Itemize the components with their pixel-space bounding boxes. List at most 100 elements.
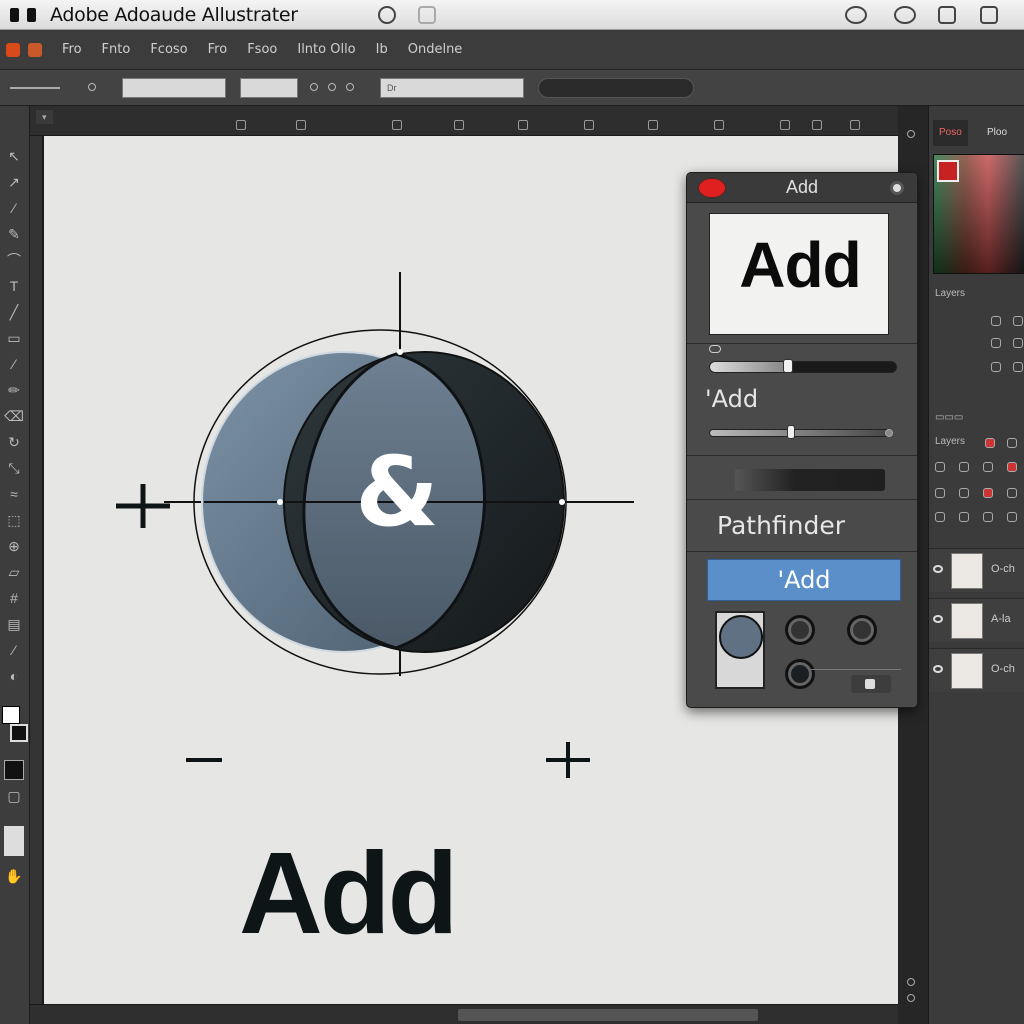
panel-menu-icon[interactable]	[890, 181, 904, 195]
rotate-tool-icon[interactable]: ↻	[4, 432, 24, 452]
menu-item-edit[interactable]: Fnto	[102, 42, 131, 57]
layer-option-icon[interactable]	[935, 488, 945, 498]
eye-icon[interactable]	[933, 615, 943, 623]
exclude-icon[interactable]	[785, 659, 815, 689]
stroke-weight-icon[interactable]	[10, 87, 60, 89]
document-icon[interactable]	[418, 6, 436, 24]
precision-slider[interactable]	[709, 429, 893, 437]
lock-icon[interactable]	[991, 316, 1001, 326]
shape-builder-tool-icon[interactable]: ⊕	[4, 536, 24, 556]
menu-item-window[interactable]: Ondelne	[408, 42, 463, 57]
layer-name[interactable]: O-ch	[991, 663, 1015, 675]
stroke-swatch[interactable]	[10, 724, 28, 742]
layer-option-icon[interactable]	[935, 512, 945, 522]
layer-option-icon[interactable]	[935, 462, 945, 472]
selection-tool-icon[interactable]: ↖	[4, 146, 24, 166]
maximize-icon[interactable]	[980, 6, 998, 24]
dock-tab-swatches[interactable]: Ploo	[981, 120, 1013, 146]
dark-option-bar[interactable]	[735, 469, 885, 491]
opacity-dot-icon[interactable]	[310, 83, 318, 91]
line-tool-icon[interactable]: ╱	[4, 302, 24, 322]
dock-tab-color[interactable]: Poso	[933, 120, 968, 146]
help-icon[interactable]	[894, 6, 916, 24]
rectangle-tool-icon[interactable]: ▭	[4, 328, 24, 348]
slider-knob[interactable]	[783, 359, 793, 373]
panel-header[interactable]: Add	[687, 173, 917, 203]
toggle-icon[interactable]	[709, 345, 721, 353]
layer-name[interactable]: A-la	[991, 613, 1011, 625]
horizontal-scrollbar[interactable]	[458, 1009, 758, 1021]
layer-option-icon[interactable]	[1007, 512, 1017, 522]
layer-option-icon[interactable]	[1007, 438, 1017, 448]
anchor-point[interactable]	[277, 499, 283, 505]
cloud-icon[interactable]	[845, 6, 867, 24]
draw-mode-icon[interactable]	[4, 760, 24, 780]
target-icon[interactable]	[1013, 338, 1023, 348]
layer-option-icon[interactable]	[983, 512, 993, 522]
menu-item-select[interactable]: Fsoo	[247, 42, 277, 57]
layer-row[interactable]: O-ch	[929, 548, 1024, 592]
scroll-indicator-icon[interactable]	[907, 130, 915, 138]
mesh-tool-icon[interactable]: #	[4, 588, 24, 608]
align-dot-icon[interactable]	[346, 83, 354, 91]
magic-wand-tool-icon[interactable]: ⁄	[4, 198, 24, 218]
eye-icon[interactable]	[933, 565, 943, 573]
expand-button[interactable]	[851, 675, 891, 693]
eyedropper-tool-icon[interactable]: ⁄	[4, 640, 24, 660]
scroll-indicator-icon[interactable]	[907, 994, 915, 1002]
warp-tool-icon[interactable]: ≈	[4, 484, 24, 504]
fill-field[interactable]	[122, 78, 226, 98]
screen-mode-icon[interactable]: ▢	[4, 786, 24, 806]
add-button[interactable]: 'Add	[707, 559, 901, 601]
visibility-icon[interactable]	[1013, 362, 1023, 372]
menu-item-object[interactable]: Fcoso	[150, 42, 187, 57]
layer-option-icon[interactable]	[1007, 462, 1017, 472]
layer-row[interactable]: O-ch	[929, 648, 1024, 692]
target-icon[interactable]	[991, 338, 1001, 348]
link-icon[interactable]	[1013, 316, 1023, 326]
eye-icon[interactable]	[933, 665, 943, 673]
layer-option-icon[interactable]	[1007, 488, 1017, 498]
search-field[interactable]	[538, 78, 694, 98]
gradient-tool-icon[interactable]: ▤	[4, 614, 24, 634]
layer-color-icon[interactable]	[985, 438, 995, 448]
pen-tool-icon[interactable]: ✎	[4, 224, 24, 244]
layer-option-icon[interactable]	[983, 488, 993, 498]
artboard-tool-icon[interactable]	[4, 826, 24, 856]
paintbrush-tool-icon[interactable]: ⁄	[4, 354, 24, 374]
minimize-icon[interactable]	[938, 6, 956, 24]
menu-item-type[interactable]: Fro	[208, 42, 228, 57]
selection-dot-icon[interactable]	[88, 83, 96, 91]
pencil-tool-icon[interactable]: ✏	[4, 380, 24, 400]
stroke-field[interactable]	[240, 78, 298, 98]
scale-tool-icon[interactable]: ⤡	[4, 458, 24, 478]
opacity-slider[interactable]	[709, 361, 897, 373]
layer-option-icon[interactable]	[983, 462, 993, 472]
scroll-indicator-icon[interactable]	[907, 978, 915, 986]
layer-option-icon[interactable]	[959, 488, 969, 498]
bridge-icon[interactable]	[28, 42, 42, 57]
app-logo-icon[interactable]	[6, 42, 20, 57]
style-dot-icon[interactable]	[328, 83, 336, 91]
layer-option-icon[interactable]	[959, 512, 969, 522]
fill-swatch[interactable]	[2, 706, 20, 724]
free-transform-tool-icon[interactable]: ⬚	[4, 510, 24, 530]
blend-tool-icon[interactable]: ◐	[4, 666, 24, 686]
visibility-icon[interactable]	[991, 362, 1001, 372]
direct-selection-tool-icon[interactable]: ↗	[4, 172, 24, 192]
shape-mode-unite-button[interactable]	[715, 611, 765, 689]
layer-name[interactable]: O-ch	[991, 563, 1015, 575]
perspective-tool-icon[interactable]: ▱	[4, 562, 24, 582]
sync-icon[interactable]	[378, 6, 396, 24]
anchor-point[interactable]	[559, 499, 565, 505]
document-setup-field[interactable]: Dr	[380, 78, 524, 98]
eraser-tool-icon[interactable]: ⌫	[4, 406, 24, 426]
hand-tool-icon[interactable]: ✋	[4, 866, 24, 886]
document-tab[interactable]: ▾	[36, 110, 53, 124]
active-color-swatch[interactable]	[937, 160, 959, 182]
layer-option-icon[interactable]	[959, 462, 969, 472]
canvas-add-text[interactable]: Add	[239, 826, 458, 960]
type-tool-icon[interactable]: T	[4, 276, 24, 296]
minus-front-icon[interactable]	[785, 615, 815, 645]
intersect-icon[interactable]	[847, 615, 877, 645]
